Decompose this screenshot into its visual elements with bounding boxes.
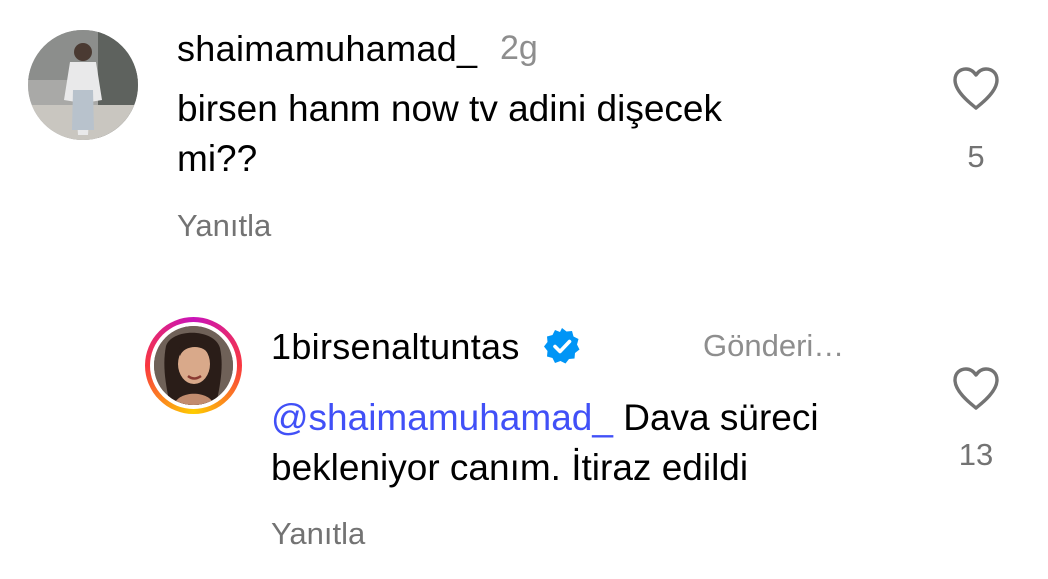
reply-button[interactable]: Yanıtla [271,516,365,552]
reply-avatar [154,326,233,405]
reply-button[interactable]: Yanıtla [177,208,271,244]
comment-text: birsen hanm now tv adini dişecek mi?? [177,84,722,184]
reply-text-segment: Dava süreci [612,397,819,438]
comment-username[interactable]: shaimamuhamad_ [177,28,477,70]
verified-badge-icon [544,328,580,364]
mention-link[interactable]: @shaimamuhamad_ [271,397,613,438]
reply-timestamp: Gönderi… [703,328,845,363]
reply-text-line: @shaimamuhamad_ Dava süreci [271,393,819,443]
like-count: 5 [967,139,985,174]
reply-username[interactable]: 1birsenaltuntas [271,326,520,368]
comment-text-line: birsen hanm now tv adini dişecek [177,88,723,129]
heart-outline-icon [953,67,999,110]
reply-text: @shaimamuhamad_ Dava süreci bekleniyor c… [271,393,819,493]
comment-timestamp: 2g [500,29,538,67]
reply-text-line: bekleniyor canım. İtiraz edildi [271,447,749,488]
heart-outline-icon [953,367,999,410]
like-button[interactable] [951,366,1001,417]
commenter-avatar[interactable] [28,30,138,140]
comment-text-line: mi?? [177,138,258,179]
verified-badge [542,326,582,371]
like-button[interactable] [951,66,1001,117]
like-count: 13 [958,437,994,472]
user-photo-avatar [154,326,233,405]
user-photo-avatar [28,30,138,140]
avatar-story-ring[interactable] [145,317,242,414]
